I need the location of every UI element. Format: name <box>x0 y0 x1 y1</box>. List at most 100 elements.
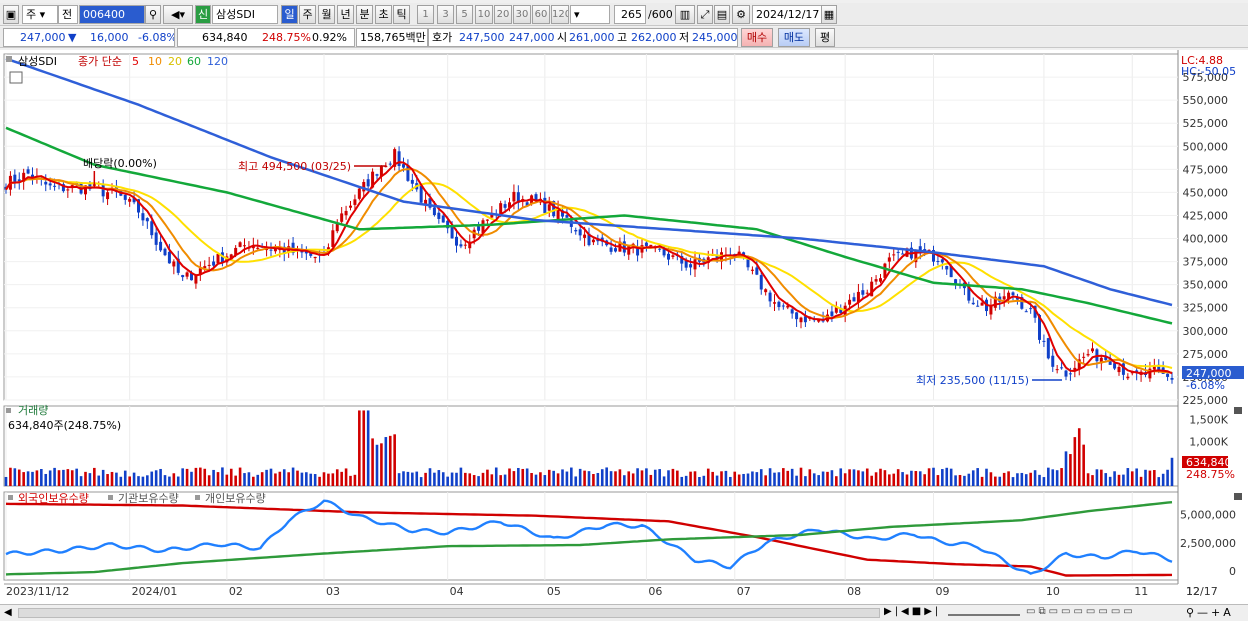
price-tick-8: 375,000 <box>1183 256 1229 269</box>
candle-type-icon[interactable]: ▥ <box>675 5 695 24</box>
volume-bar <box>883 470 887 486</box>
volume-bar <box>176 476 180 486</box>
candle-body <box>887 257 891 262</box>
volume-bar <box>517 467 520 486</box>
volume-bar <box>375 444 379 486</box>
volume-bar <box>525 468 529 486</box>
date-input[interactable]: 2024/12/17 <box>752 5 822 24</box>
volume-bar <box>1148 470 1152 486</box>
market-select[interactable]: 주 ▾ <box>22 5 58 24</box>
volume-bar <box>1002 472 1006 486</box>
candle-body <box>269 249 273 251</box>
candle-body <box>353 199 357 205</box>
candle-body <box>1126 376 1130 379</box>
volume-bar <box>782 468 785 486</box>
save-icon[interactable]: ▤ <box>714 5 730 24</box>
period-button-5[interactable]: 초 <box>375 5 392 24</box>
interval-button-5[interactable]: 5 <box>456 5 473 24</box>
volume-bar <box>150 471 154 486</box>
buy-button[interactable]: 매수 <box>741 28 773 47</box>
legend-2: 10 <box>148 55 162 68</box>
scroll-track[interactable] <box>18 608 880 618</box>
interval-button-30[interactable]: 30 <box>513 5 531 24</box>
interval-button-20[interactable]: 20 <box>494 5 512 24</box>
interval-button-120[interactable]: 120 <box>551 5 569 24</box>
period-button-2[interactable]: 월 <box>318 5 335 24</box>
candle-body <box>485 219 489 221</box>
volume-bar <box>402 471 405 486</box>
candle-body <box>349 205 352 208</box>
price-tick-1: 550,000 <box>1183 94 1229 107</box>
calendar-icon[interactable]: ▦ <box>821 5 837 24</box>
volume-bar <box>229 468 233 486</box>
candle-body <box>852 297 856 302</box>
volume-bar <box>296 470 299 486</box>
volume-bar <box>587 471 591 486</box>
price-tick-14: 225,000 <box>1183 394 1229 407</box>
interval-select[interactable]: ▾ <box>570 5 610 24</box>
zoom-controls-icon[interactable]: ⚲—+A <box>1186 606 1234 619</box>
data-count[interactable]: 265 <box>614 5 646 24</box>
volume-bar <box>852 469 856 486</box>
period-button-0[interactable]: 일 <box>281 5 298 24</box>
volume-bar <box>971 470 975 486</box>
price-tick-4: 475,000 <box>1183 163 1229 176</box>
stock-code-input[interactable]: 006400 <box>79 5 145 24</box>
volume-bar <box>1020 472 1024 486</box>
price-cell: 247,000 ▼ 16,000 -6.08% <box>3 28 175 47</box>
candle-body <box>534 194 538 200</box>
scroll-left-icon[interactable]: ◀ <box>4 607 12 618</box>
hoga-cell: 호가 247,500 247,000 시 261,000 고 262,000 저… <box>428 28 738 47</box>
x-label-13: 12/17 <box>1186 585 1218 598</box>
bottom-scrollbar[interactable]: ◀ ▶|◀■▶| ▭⧉▭▭▭▭▭▭▭ ⚲—+A <box>0 604 1248 621</box>
volume-bar <box>481 472 485 486</box>
volume-bar <box>570 467 573 486</box>
volume-bar <box>238 467 242 486</box>
volume-bar <box>154 470 158 486</box>
volume-bar <box>40 469 43 486</box>
volume-bar <box>561 469 564 486</box>
candle-body <box>172 261 176 267</box>
volume-bar <box>918 471 922 486</box>
volume-bar <box>1108 476 1112 486</box>
volume-bar <box>353 474 357 486</box>
period-button-3[interactable]: 년 <box>337 5 354 24</box>
volume-bar <box>35 470 39 486</box>
interval-button-60[interactable]: 60 <box>532 5 550 24</box>
eval-button[interactable]: 평 <box>815 28 835 47</box>
chart-tools-icon[interactable]: ▭⧉▭▭▭▭▭▭▭ <box>1026 606 1136 617</box>
interval-button-3[interactable]: 3 <box>437 5 454 24</box>
candle-body <box>689 264 693 268</box>
chart-area[interactable]: 575,000 550,000 525,000 500,000 475,000 450,0… <box>0 50 1248 606</box>
period-button-4[interactable]: 분 <box>356 5 373 24</box>
tool-icon[interactable]: ⤢ <box>697 5 713 24</box>
volume-bar <box>631 473 635 486</box>
gear-icon[interactable]: ⚙ <box>732 5 750 24</box>
interval-button-1[interactable]: 1 <box>417 5 434 24</box>
stock-name[interactable]: 삼성SDI <box>212 5 278 24</box>
period-button-1[interactable]: 주 <box>299 5 316 24</box>
interval-button-10[interactable]: 10 <box>475 5 493 24</box>
zoom-slider[interactable] <box>948 614 1020 616</box>
market-scope[interactable]: 전 <box>58 5 78 24</box>
volume-bar <box>1011 477 1015 486</box>
x-label-6: 06 <box>648 585 662 598</box>
stock-chart[interactable]: 575,000550,000525,000500,000475,000450,0… <box>0 50 1248 606</box>
candle-body <box>1117 366 1121 373</box>
volume-bar <box>830 470 834 486</box>
candle-body <box>1086 354 1090 356</box>
low: 245,000 <box>692 31 738 44</box>
volume-bar <box>247 472 251 486</box>
candle-body <box>1113 363 1117 369</box>
volume-bar <box>1051 469 1055 486</box>
window-icon[interactable]: ▣ <box>3 5 19 24</box>
speaker-icon[interactable]: ◀▾ <box>163 5 193 24</box>
search-icon[interactable]: ⚲ <box>145 5 161 24</box>
period-button-6[interactable]: 틱 <box>393 5 410 24</box>
candle-body <box>477 226 481 231</box>
volume-bar <box>949 468 953 486</box>
volume-bar <box>499 475 502 486</box>
volume-title: 거래량 <box>18 404 48 417</box>
sell-button[interactable]: 매도 <box>778 28 810 47</box>
playback-controls-icon[interactable]: ▶|◀■▶| <box>884 606 941 617</box>
